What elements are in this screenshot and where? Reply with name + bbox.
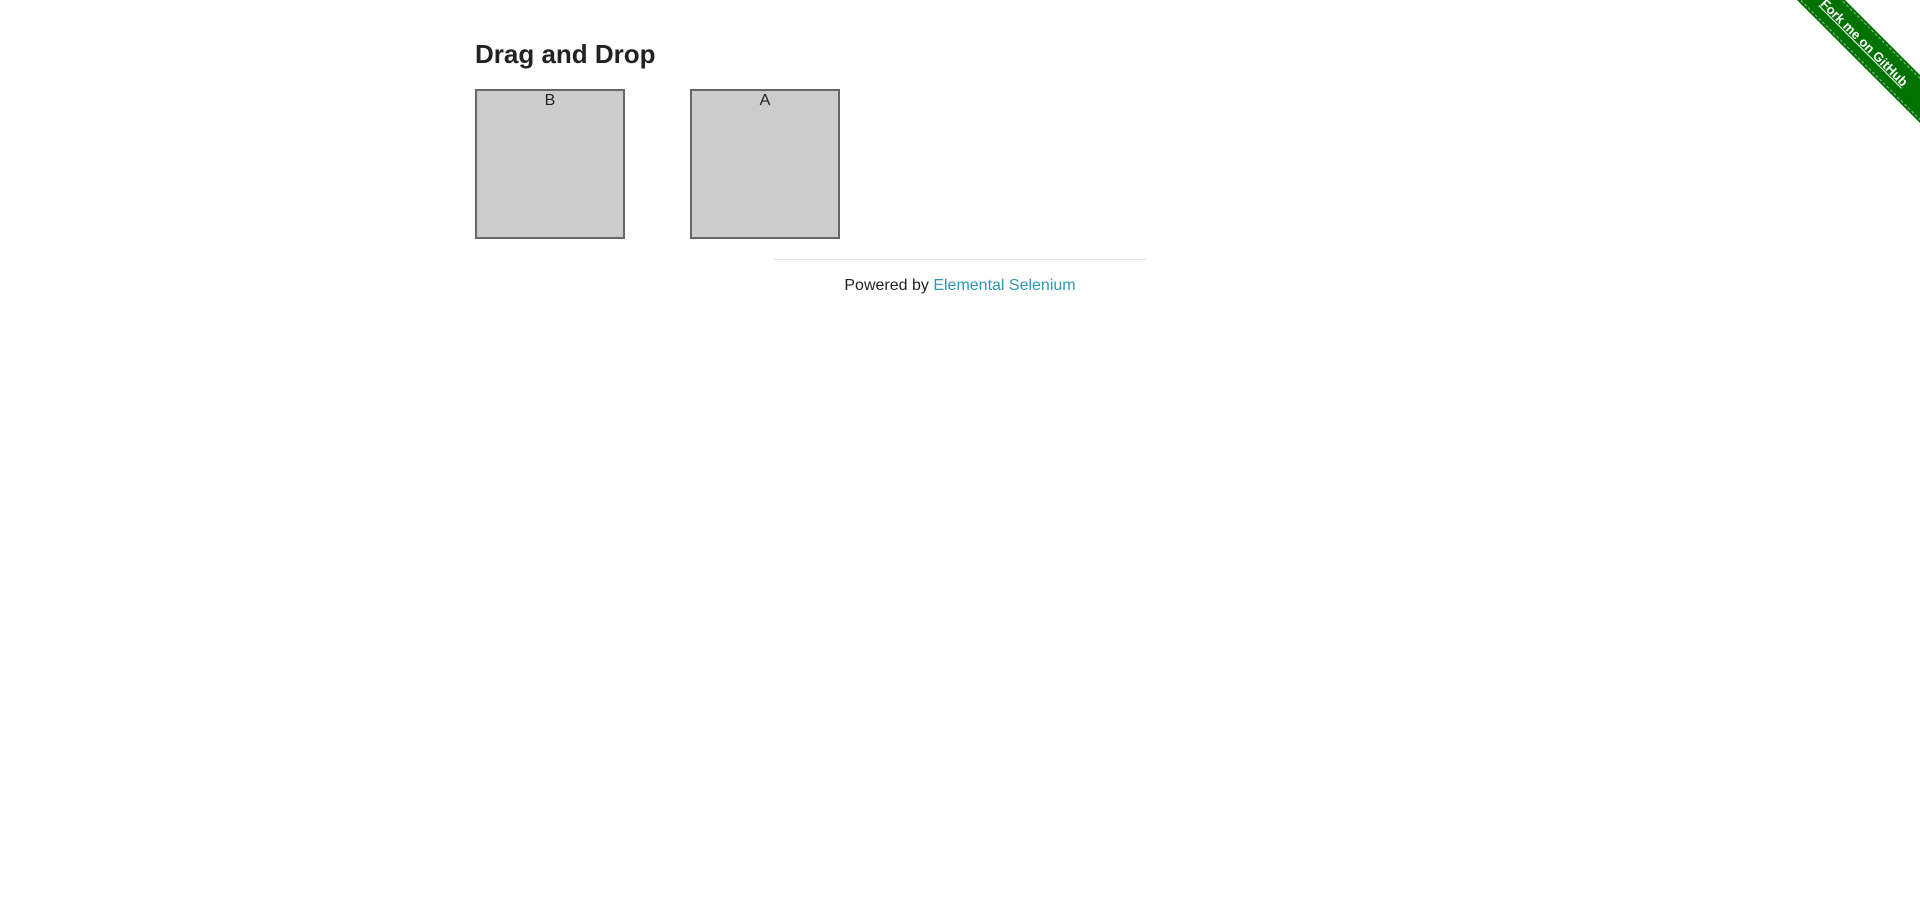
footer-prefix: Powered by xyxy=(844,277,934,294)
page: Drag and Drop B A Powered by Elemental S… xyxy=(0,0,1920,911)
column-a-header: B xyxy=(544,92,556,109)
github-ribbon-container: Fork me on GitHub xyxy=(1785,0,1920,135)
footer-text: Powered by Elemental Selenium xyxy=(774,276,1146,296)
column-b-box[interactable]: A xyxy=(690,89,840,239)
column-a-box[interactable]: B xyxy=(475,89,625,239)
page-title: Drag and Drop xyxy=(475,39,656,69)
footer-divider xyxy=(774,259,1146,260)
elemental-selenium-link[interactable]: Elemental Selenium xyxy=(933,277,1075,294)
page-footer: Powered by Elemental Selenium xyxy=(774,259,1146,296)
column-b-header: A xyxy=(759,92,771,109)
fork-me-on-github-ribbon[interactable]: Fork me on GitHub xyxy=(1785,0,1920,125)
